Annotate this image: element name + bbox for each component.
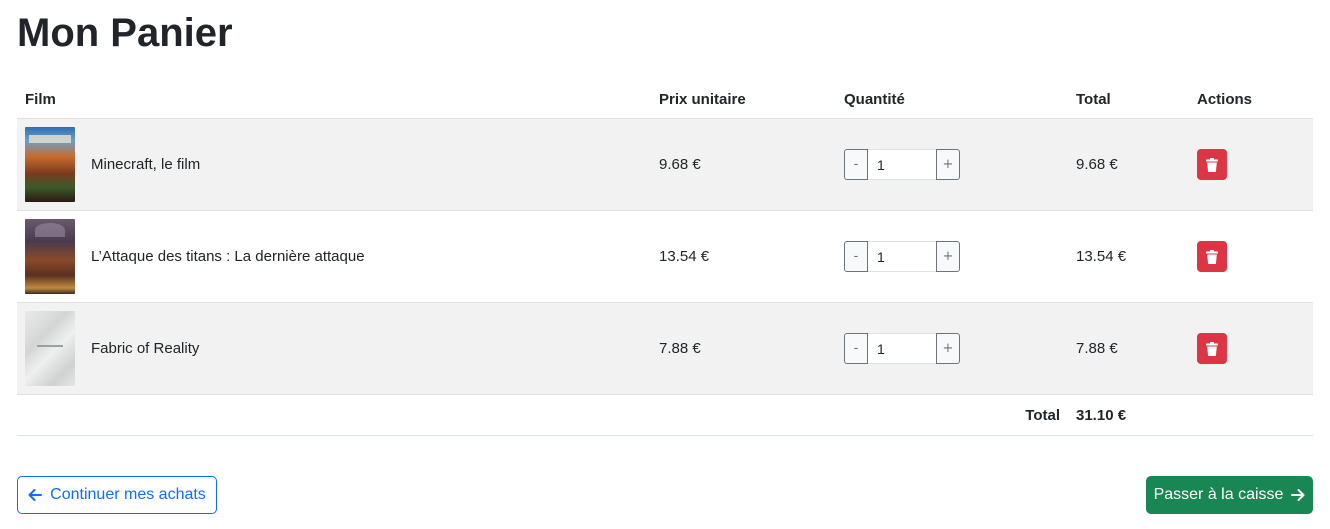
quantity-input[interactable]: 1 — [868, 149, 936, 180]
quantity-cell: - 1 + — [836, 118, 1068, 211]
actions-cell — [1189, 210, 1313, 303]
delete-item-button[interactable] — [1197, 149, 1227, 180]
unit-price: 9.68 € — [651, 118, 836, 211]
cart-table: Film Prix unitaire Quantité Total Action… — [17, 80, 1313, 436]
header-film: Film — [17, 80, 651, 119]
unit-price: 13.54 € — [651, 210, 836, 303]
increase-quantity-button[interactable]: + — [936, 241, 960, 272]
delete-item-button[interactable] — [1197, 241, 1227, 272]
film-cell: Fabric of Reality — [17, 302, 651, 395]
actions-cell — [1189, 118, 1313, 211]
header-quantity: Quantité — [836, 80, 1068, 119]
increase-quantity-button[interactable]: + — [936, 149, 960, 180]
trash-icon — [1206, 249, 1218, 264]
quantity-cell: - 1 + — [836, 302, 1068, 395]
film-title[interactable]: Fabric of Reality — [91, 340, 199, 357]
header-total: Total — [1068, 80, 1189, 119]
checkout-button[interactable]: Passer à la caisse — [1146, 476, 1313, 514]
cart-total-label: Total — [17, 394, 1068, 436]
table-row: Fabric of Reality 7.88 € - 1 + 7.88 € — [17, 302, 1313, 395]
quantity-stepper: - 1 + — [844, 241, 1060, 272]
quantity-stepper: - 1 + — [844, 149, 1060, 180]
delete-item-button[interactable] — [1197, 333, 1227, 364]
row-total: 7.88 € — [1068, 302, 1189, 395]
film-title[interactable]: Minecraft, le film — [91, 156, 200, 173]
header-unit-price: Prix unitaire — [651, 80, 836, 119]
table-row: Minecraft, le film 9.68 € - 1 + 9.68 € — [17, 118, 1313, 211]
checkout-label: Passer à la caisse — [1153, 486, 1284, 503]
row-total: 13.54 € — [1068, 210, 1189, 303]
arrow-left-icon — [28, 489, 43, 501]
decrease-quantity-button[interactable]: - — [844, 149, 868, 180]
table-row: L’Attaque des titans : La dernière attaq… — [17, 210, 1313, 303]
table-header-row: Film Prix unitaire Quantité Total Action… — [17, 80, 1313, 119]
film-title[interactable]: L’Attaque des titans : La dernière attaq… — [91, 248, 365, 265]
unit-price: 7.88 € — [651, 302, 836, 395]
page-title: Mon Panier — [17, 11, 233, 55]
actions-cell — [1189, 302, 1313, 395]
quantity-input[interactable]: 1 — [868, 333, 936, 364]
film-cell: Minecraft, le film — [17, 118, 651, 211]
header-actions: Actions — [1189, 80, 1313, 119]
quantity-input[interactable]: 1 — [868, 241, 936, 272]
quantity-cell: - 1 + — [836, 210, 1068, 303]
arrow-right-icon — [1291, 489, 1305, 501]
decrease-quantity-button[interactable]: - — [844, 241, 868, 272]
film-cell: L’Attaque des titans : La dernière attaq… — [17, 210, 651, 303]
row-total: 9.68 € — [1068, 118, 1189, 211]
continue-shopping-button[interactable]: Continuer mes achats — [17, 476, 217, 514]
decrease-quantity-button[interactable]: - — [844, 333, 868, 364]
trash-icon — [1206, 157, 1218, 172]
movie-poster-image[interactable] — [25, 127, 75, 202]
cart-total-value: 31.10 € — [1068, 394, 1189, 436]
cart-total-row: Total 31.10 € — [17, 394, 1313, 436]
increase-quantity-button[interactable]: + — [936, 333, 960, 364]
movie-poster-image[interactable] — [25, 311, 75, 386]
cart-page: Mon Panier Film Prix unitaire Quantité T… — [0, 0, 1330, 529]
continue-shopping-label: Continuer mes achats — [50, 486, 206, 503]
trash-icon — [1206, 341, 1218, 356]
movie-poster-image[interactable] — [25, 219, 75, 294]
quantity-stepper: - 1 + — [844, 333, 1060, 364]
